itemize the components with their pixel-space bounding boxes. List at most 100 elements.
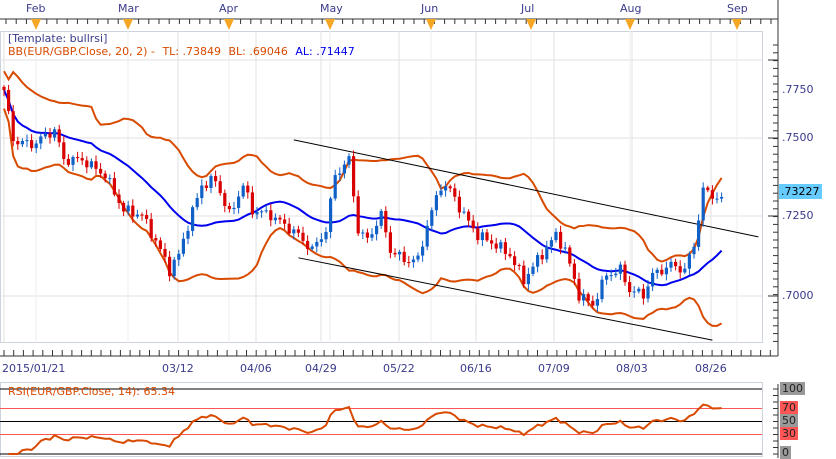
candle [365, 232, 369, 238]
date-label: 03/12 [162, 362, 194, 375]
candle [140, 214, 144, 216]
candle [296, 229, 300, 233]
candle [471, 220, 475, 229]
candle [531, 266, 535, 274]
candle [7, 89, 11, 112]
date-label: 04/06 [240, 362, 272, 375]
rsi-tick-30: 30 [780, 427, 798, 440]
candle [586, 294, 590, 301]
candle [513, 256, 517, 266]
candle [453, 188, 457, 197]
bb-bottom-line-value: BL: .69046 [228, 45, 288, 58]
rsi-tick-70: 70 [780, 401, 798, 414]
candle [384, 210, 388, 233]
candle [241, 185, 245, 197]
candle [278, 217, 282, 220]
candle [651, 272, 655, 287]
candle [407, 262, 411, 264]
candle [324, 231, 328, 240]
candle [246, 185, 250, 193]
candle [191, 207, 195, 231]
candle [660, 269, 664, 275]
candle [149, 218, 153, 239]
candle [439, 190, 443, 196]
candle [361, 232, 365, 234]
date-label: 07/09 [538, 362, 570, 375]
candle [568, 247, 572, 264]
candle [554, 231, 558, 241]
candle [379, 210, 383, 226]
candle [577, 278, 581, 301]
candle [16, 141, 20, 145]
candle [402, 251, 406, 263]
candle [223, 193, 227, 206]
candle [126, 205, 130, 212]
candle [536, 255, 540, 267]
candle [48, 133, 52, 138]
candle [76, 157, 80, 159]
date-label: 04/29 [305, 362, 337, 375]
rsi-legend: RSI(EUR/GBP.Close, 14): 65.34 [8, 385, 175, 398]
candle [494, 243, 498, 249]
candle [287, 223, 291, 234]
candle [2, 86, 6, 90]
candle [462, 211, 466, 213]
candle [678, 266, 682, 273]
candle [20, 140, 24, 145]
candle [421, 246, 425, 256]
candle [172, 259, 176, 277]
candle [618, 264, 622, 274]
candle [352, 156, 356, 197]
candle [218, 181, 222, 194]
candle [94, 161, 98, 169]
price-tick: .7000 [782, 289, 814, 302]
date-label: 06/16 [460, 362, 492, 375]
candle [720, 196, 724, 199]
candle [89, 161, 93, 168]
candle [476, 228, 480, 241]
date-label: 2015/01/21 [2, 362, 66, 375]
candle [186, 230, 190, 239]
candle [545, 246, 549, 260]
candle [628, 282, 632, 293]
candle [53, 129, 57, 138]
candle [250, 192, 254, 215]
candle [600, 279, 604, 300]
candle [333, 175, 337, 199]
candle [623, 264, 627, 283]
candle [158, 240, 162, 249]
candle [664, 267, 668, 275]
candle [342, 164, 346, 174]
candle [595, 299, 599, 306]
candle [706, 187, 710, 191]
candle [269, 210, 273, 221]
candle [99, 168, 103, 174]
candle [692, 246, 696, 255]
candle [273, 217, 277, 221]
candle [444, 186, 448, 191]
candle [315, 241, 319, 247]
candle [614, 273, 618, 276]
candle [559, 231, 563, 249]
candle [62, 142, 66, 159]
candle [480, 232, 484, 241]
bb-label: BB(EUR/GBP.Close, 20, 2) - [8, 45, 155, 58]
candle [145, 214, 149, 219]
candle [641, 288, 645, 299]
candle [329, 198, 333, 232]
candle [572, 263, 576, 279]
candle [112, 178, 116, 195]
candle [103, 173, 107, 179]
candle [260, 211, 264, 213]
candle [715, 198, 719, 200]
candle [347, 156, 351, 165]
candle [467, 211, 471, 221]
candle [669, 261, 673, 268]
month-label: May [320, 2, 343, 15]
candle [637, 288, 641, 292]
candle [356, 196, 360, 234]
candle [71, 157, 75, 165]
price-tick: .7500 [782, 131, 814, 144]
candle [687, 254, 691, 269]
candle [563, 247, 567, 249]
